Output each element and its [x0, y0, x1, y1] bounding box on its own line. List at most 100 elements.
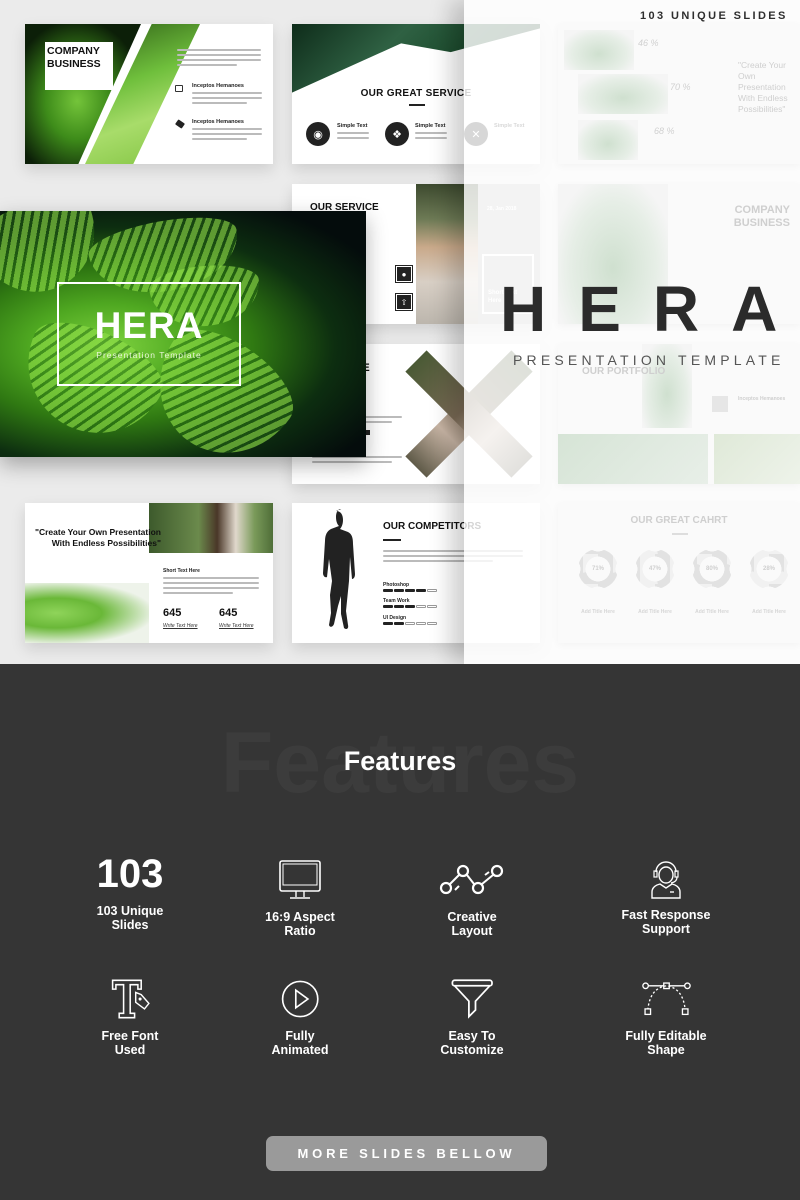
ring-chart: 80%: [692, 549, 732, 589]
text-line: [192, 128, 262, 130]
feature-fast-support: Fast Response Support: [586, 856, 746, 936]
item-title: Inceptos Hemanoes: [738, 396, 786, 402]
text-line: [192, 97, 262, 99]
short-title: Short Text Here: [163, 568, 200, 574]
plant-photo: [578, 74, 668, 114]
feature-label: 103 Unique Slides: [96, 904, 164, 932]
skill-segment: [427, 622, 437, 625]
feature-label: 16:9 Aspect Ratio: [265, 910, 335, 938]
quote-text: "Create Your Own Presentation With Endle…: [738, 60, 788, 114]
ring-label: Add Title Here: [581, 609, 615, 615]
skill-label: Photoshop: [383, 582, 410, 588]
skill-segment: [405, 589, 415, 592]
text-line: [177, 59, 261, 61]
plant-photo: [578, 120, 638, 160]
skill-segment: [427, 589, 437, 592]
stat-value: 68 %: [654, 126, 675, 136]
feature-free-font: Free Font Used: [50, 977, 210, 1057]
more-slides-button[interactable]: MORE SLIDES BELLOW: [266, 1136, 547, 1171]
text-line: [163, 587, 259, 589]
text-line: [192, 92, 262, 94]
features-title: Features: [343, 746, 457, 776]
feature-aspect-ratio: 16:9 Aspect Ratio: [220, 858, 380, 938]
ring-chart: 28%: [749, 549, 789, 589]
skill-segment: [394, 622, 404, 625]
feature-label: Free Font Used: [101, 1029, 159, 1057]
text-line: [337, 137, 369, 139]
stat-value: 645: [219, 607, 238, 619]
feature-unique-slides: 103 103 Unique Slides: [50, 852, 210, 932]
slide-title: COMPANY BUSINESS: [733, 204, 790, 229]
upload-icon: ⇧: [395, 293, 413, 311]
skill-segment: [383, 622, 393, 625]
service-label: Simple Text: [337, 123, 368, 129]
feature-label: Fully Editable Shape: [625, 1029, 707, 1057]
skill-segment: [416, 589, 426, 592]
text-line: [177, 64, 237, 66]
slide-title: COMPANY BUSINESS: [47, 45, 101, 70]
monitor-icon: [279, 860, 321, 899]
slide-chart-faded: OUR GREAT CAHRT 71% 47% 80% 28% Add Titl…: [558, 503, 800, 643]
slide-count-tag: 103 UNIQUE SLIDES: [640, 10, 788, 22]
title-rule: [383, 539, 401, 541]
slide-company-business: COMPANY BUSINESS Inceptos Hemanoes Incep…: [25, 24, 273, 164]
stat-value: 70 %: [670, 82, 691, 92]
text-line: [192, 138, 247, 140]
text-line: [177, 49, 261, 51]
feature-label: Fully Animated: [271, 1029, 329, 1057]
feature-animated: Fully Animated: [220, 977, 380, 1057]
skill-segment: [405, 605, 415, 608]
text-line: [163, 582, 259, 584]
skill-label: Team Work: [383, 598, 410, 604]
skill-segment: [427, 605, 437, 608]
skill-segment: [405, 622, 415, 625]
tag-icon: [175, 119, 185, 129]
play-icon: [281, 980, 319, 1018]
bezier-icon: [641, 982, 691, 1016]
text-line: [415, 137, 447, 139]
lock-icon: [712, 396, 728, 412]
text-line: [192, 102, 247, 104]
ring-label: Add Title Here: [752, 609, 786, 615]
feature-customize: Easy To Customize: [392, 977, 552, 1057]
ring-label: Add Title Here: [638, 609, 672, 615]
title-rule: [409, 104, 425, 106]
man-silhouette: [323, 509, 355, 629]
leaves-photo: [714, 434, 800, 484]
hero-subtitle: PRESENTATION TEMPLATE: [513, 352, 785, 368]
ring-chart: 71%: [578, 549, 618, 589]
skill-segment: [383, 605, 393, 608]
ring-chart: 47%: [635, 549, 675, 589]
feature-creative-layout: Creative Layout: [392, 858, 552, 938]
slide-title: OUR GREAT CAHRT: [630, 515, 728, 526]
feature-label: Creative Layout: [447, 910, 497, 938]
stat-value: 645: [163, 607, 182, 619]
title-rule: [672, 533, 688, 535]
features-section: Features Features 103 103 Unique Slides 1…: [0, 664, 800, 1200]
text-line: [312, 461, 392, 463]
skill-segment: [394, 605, 404, 608]
item-title: Inceptos Hemanoes: [192, 119, 244, 125]
woman-field-photo: [149, 503, 273, 553]
leaves-photo: [558, 434, 708, 484]
skill-segment: [416, 622, 426, 625]
cover-subtitle: Presentation Template: [96, 350, 202, 360]
service-label: Simple Text: [415, 123, 446, 129]
plant-photo: [564, 30, 634, 70]
hero-section: COMPANY BUSINESS Inceptos Hemanoes Incep…: [0, 0, 800, 664]
lock-icon: ●: [395, 265, 413, 283]
ring-label: Add Title Here: [695, 609, 729, 615]
text-line: [192, 133, 262, 135]
feature-label: Fast Response Support: [621, 908, 711, 936]
eye-icon: ◉: [306, 122, 330, 146]
quote-text: "Create Your Own Presentation With Endle…: [34, 527, 161, 548]
feature-editable-shape: Fully Editable Shape: [586, 977, 746, 1057]
text-line: [177, 54, 261, 56]
text-line: [415, 132, 447, 134]
fern-photo: [25, 583, 149, 643]
cover-title: HERA: [94, 305, 204, 346]
stat-label: Write Text Here: [163, 623, 198, 629]
skill-segment: [394, 589, 404, 592]
slide-stats-faded: 46 % 70 % 68 % "Create Your Own Presenta…: [558, 24, 800, 164]
stat-value: 46 %: [638, 38, 659, 48]
